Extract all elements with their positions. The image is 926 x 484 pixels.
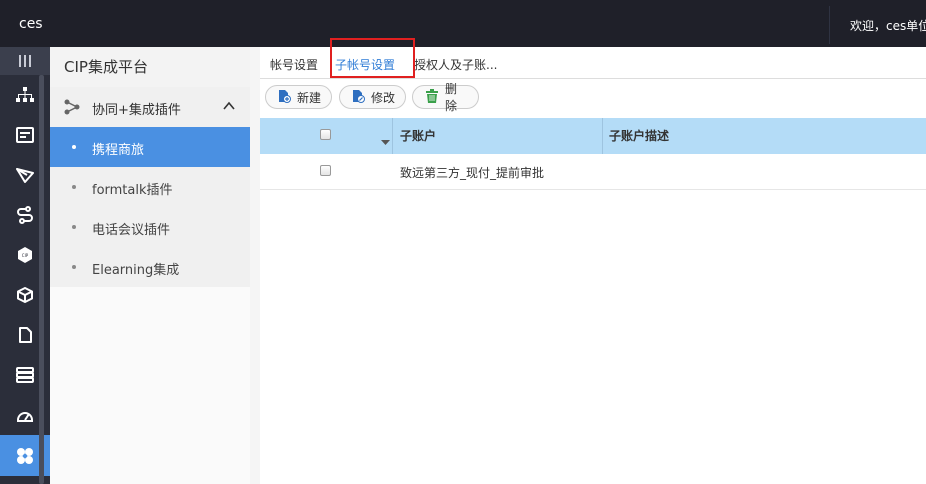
sidebar-group-plugins[interactable]: 协同+集成插件 bbox=[50, 87, 250, 127]
top-divider bbox=[829, 6, 830, 44]
share-icon bbox=[64, 99, 80, 118]
tab-bar: 帐号设置 子帐号设置 授权人及子账... bbox=[260, 38, 926, 79]
sidebar-item-label: 电话会议插件 bbox=[92, 223, 171, 238]
column-header-sub-account[interactable]: 子账户 bbox=[400, 118, 436, 154]
sidebar-group-label: 协同+集成插件 bbox=[92, 103, 181, 118]
bullet-dot bbox=[72, 185, 76, 189]
bullet-dot bbox=[72, 225, 76, 229]
menu-icon[interactable] bbox=[0, 47, 50, 75]
main-content: 帐号设置 子帐号设置 授权人及子账... 新建 修改 删除 子账户 子账户描述 … bbox=[260, 38, 926, 484]
svg-text:CIP: CIP bbox=[22, 253, 29, 258]
bullet-dot bbox=[72, 265, 76, 269]
top-bar: ces 欢迎，ces单位 bbox=[0, 0, 926, 47]
column-header-description[interactable]: 子账户描述 bbox=[609, 118, 669, 154]
table-row[interactable]: 致远第三方_现付_提前审批 bbox=[260, 154, 926, 190]
rail-scrollbar[interactable] bbox=[39, 75, 44, 484]
delete-button[interactable]: 删除 bbox=[412, 82, 479, 113]
edit-document-icon bbox=[352, 89, 365, 106]
panel-splitter[interactable] bbox=[250, 47, 260, 484]
sidebar-item-elearning[interactable]: Elearning集成 bbox=[50, 247, 250, 287]
edit-button[interactable]: 修改 bbox=[339, 85, 406, 109]
tab-authorizer-sub-account[interactable]: 授权人及子账... bbox=[414, 56, 497, 73]
delete-button-label: 删除 bbox=[445, 82, 458, 113]
sidebar-empty-area bbox=[50, 287, 250, 484]
sidebar-item-label: formtalk插件 bbox=[92, 183, 173, 198]
sidebar-title: CIP集成平台 bbox=[50, 47, 250, 87]
icon-rail: CIP bbox=[0, 47, 50, 484]
chevron-up-icon[interactable] bbox=[222, 99, 236, 116]
select-all-checkbox[interactable] bbox=[320, 129, 331, 140]
row-checkbox[interactable] bbox=[320, 165, 331, 176]
column-separator bbox=[602, 118, 603, 154]
welcome-text[interactable]: 欢迎，ces单位 bbox=[850, 17, 926, 34]
new-button-label: 新建 bbox=[297, 90, 322, 105]
grid-header: 子账户 子账户描述 bbox=[260, 118, 926, 155]
sidebar-item-conference[interactable]: 电话会议插件 bbox=[50, 207, 250, 247]
caret-down-icon[interactable] bbox=[381, 134, 390, 148]
trash-icon bbox=[425, 88, 439, 106]
edit-button-label: 修改 bbox=[371, 90, 396, 105]
new-button[interactable]: 新建 bbox=[265, 85, 332, 109]
brand-title: ces bbox=[19, 16, 43, 32]
sidebar-item-label: Elearning集成 bbox=[92, 263, 180, 278]
sidebar-item-label: 携程商旅 bbox=[92, 143, 145, 158]
column-separator bbox=[392, 118, 393, 154]
sidebar-item-ctrip[interactable]: 携程商旅 bbox=[50, 127, 250, 167]
sidebar-item-formtalk[interactable]: formtalk插件 bbox=[50, 167, 250, 207]
tab-account-settings[interactable]: 帐号设置 bbox=[270, 56, 318, 73]
highlight-annotation-box bbox=[330, 38, 415, 78]
sidebar-nav: CIP集成平台 协同+集成插件 携程商旅 formtalk插件 电话会议插件 E… bbox=[50, 47, 250, 484]
sub-account-cell: 致远第三方_现付_提前审批 bbox=[400, 166, 545, 180]
toolbar: 新建 修改 删除 bbox=[260, 82, 926, 113]
bullet-dot bbox=[72, 145, 76, 149]
add-document-icon bbox=[278, 89, 291, 106]
